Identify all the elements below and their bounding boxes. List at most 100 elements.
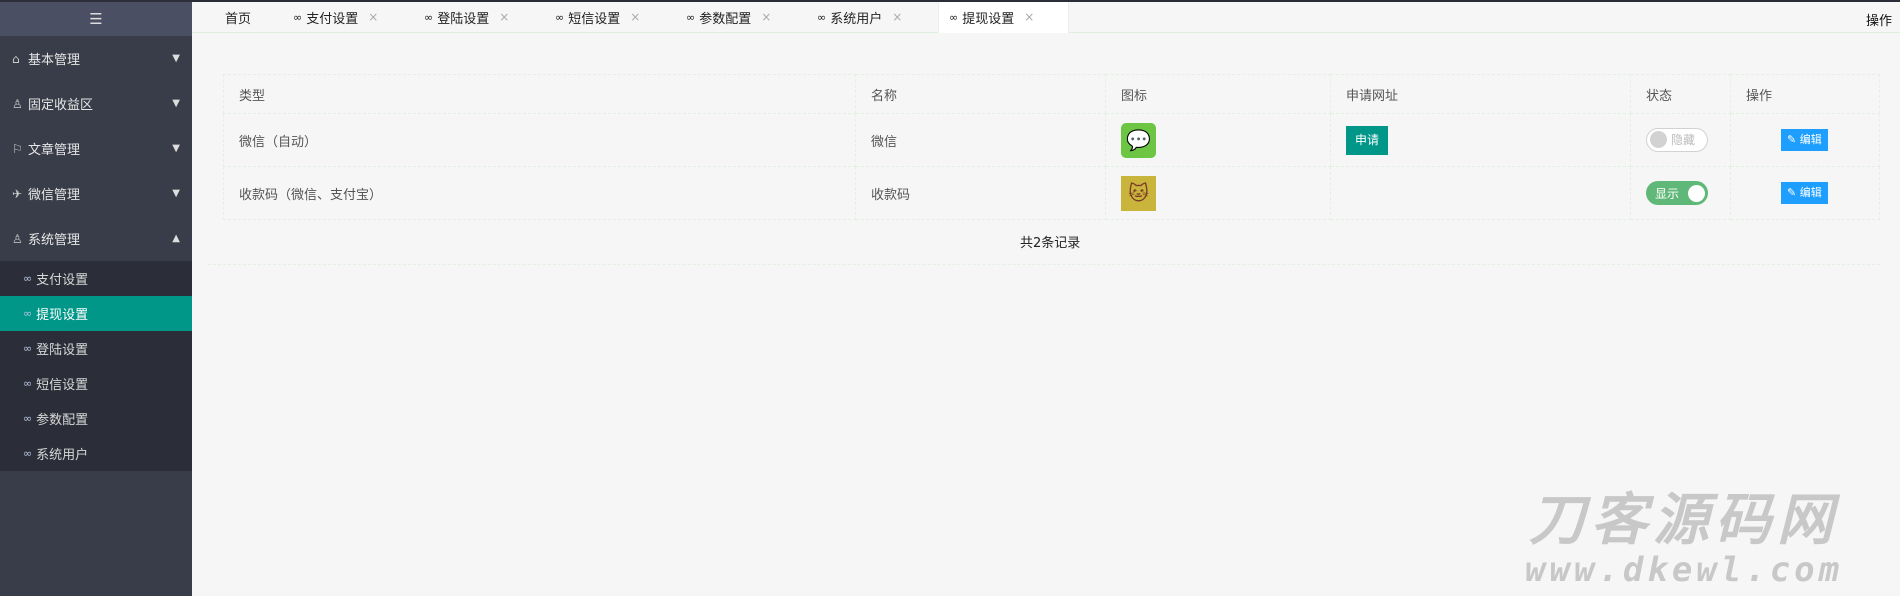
user-icon: ♙ bbox=[12, 231, 23, 246]
caret-down-icon: ▼ bbox=[172, 188, 180, 199]
link-icon: ∞ bbox=[23, 377, 33, 390]
tab-label: 登陆设置 bbox=[437, 11, 490, 27]
toggle-label: 隐藏 bbox=[1671, 133, 1696, 148]
toggle-label: 显示 bbox=[1655, 186, 1680, 201]
qr-code-image-icon: 🐱 bbox=[1121, 175, 1156, 211]
table-row: 微信（自动） 微信 💬 申请 隐藏 ✎ 编辑 bbox=[223, 113, 1880, 167]
cell-name: 收款码 bbox=[855, 166, 1106, 220]
edit-label: 编辑 bbox=[1799, 186, 1822, 199]
header-apply-url: 申请网址 bbox=[1330, 74, 1631, 114]
table-header: 类型 名称 图标 申请网址 状态 操作 bbox=[223, 74, 1880, 114]
link-icon: ∞ bbox=[293, 10, 303, 24]
sidebar: ☰ ⌂ 基本管理 ▼ ♙ 固定收益区 ▼ ⚐ 文章管理 ▼ ✈ 微信管理 ▼ ♙ 系统管理 ▲ ∞ 支… bbox=[0, 2, 192, 596]
tab-sms[interactable]: ∞ 短信设置 × bbox=[545, 2, 676, 33]
apply-button[interactable]: 申请 bbox=[1346, 125, 1389, 155]
tab-users[interactable]: ∞ 系统用户 × bbox=[807, 2, 938, 33]
cell-name: 微信 bbox=[855, 113, 1106, 167]
watermark: 刀客源码网 www.dkewl.com bbox=[1525, 488, 1843, 589]
edit-label: 编辑 bbox=[1799, 133, 1822, 146]
edit-button[interactable]: ✎ 编辑 bbox=[1781, 182, 1828, 204]
cell-actions: ✎ 编辑 bbox=[1730, 166, 1880, 220]
close-icon[interactable]: × bbox=[892, 10, 902, 24]
tab-label: 支付设置 bbox=[306, 11, 359, 27]
tab-label: 首页 bbox=[225, 11, 252, 27]
submenu-label: 参数配置 bbox=[36, 413, 89, 428]
link-icon: ∞ bbox=[23, 447, 33, 460]
menu-label: 固定收益区 bbox=[28, 98, 94, 113]
watermark-title: 刀客源码网 bbox=[1529, 488, 1840, 553]
link-icon: ∞ bbox=[23, 342, 33, 355]
caret-down-icon: ▼ bbox=[172, 53, 180, 64]
link-icon: ∞ bbox=[555, 10, 565, 24]
menu-articles[interactable]: ⚐ 文章管理 ▼ bbox=[0, 126, 192, 171]
tab-operations-button[interactable]: 操作 bbox=[1866, 10, 1892, 29]
caret-down-icon: ▼ bbox=[172, 143, 180, 154]
menu-label: 微信管理 bbox=[28, 188, 81, 203]
tab-params[interactable]: ∞ 参数配置 × bbox=[676, 2, 807, 33]
menu-label: 系统管理 bbox=[28, 233, 81, 248]
menu-wechat[interactable]: ✈ 微信管理 ▼ bbox=[0, 171, 192, 216]
menu-toggle-icon: ☰ bbox=[89, 10, 103, 28]
cell-type: 微信（自动） bbox=[223, 113, 856, 167]
link-icon: ∞ bbox=[686, 10, 696, 24]
edit-button[interactable]: ✎ 编辑 bbox=[1781, 129, 1828, 151]
tab-withdraw[interactable]: ∞ 提现设置 × bbox=[938, 1, 1070, 33]
tab-label: 提现设置 bbox=[962, 11, 1015, 27]
submenu-login[interactable]: ∞ 登陆设置 bbox=[0, 331, 192, 366]
link-icon: ∞ bbox=[817, 10, 827, 24]
divider bbox=[208, 264, 1880, 265]
link-icon: ∞ bbox=[23, 412, 33, 425]
status-toggle[interactable]: 隐藏 bbox=[1646, 127, 1708, 152]
close-icon[interactable]: × bbox=[499, 10, 509, 24]
menu-fixed-income[interactable]: ♙ 固定收益区 ▼ bbox=[0, 81, 192, 126]
send-icon: ✈ bbox=[12, 186, 23, 201]
header-icon: 图标 bbox=[1105, 74, 1331, 114]
cell-apply bbox=[1330, 166, 1631, 220]
flag-icon: ⚐ bbox=[12, 141, 23, 156]
withdraw-table: 类型 名称 图标 申请网址 状态 操作 微信（自动） 微信 💬 申请 隐藏 ✎ … bbox=[223, 74, 1880, 220]
tab-home[interactable]: 首页 bbox=[192, 2, 283, 33]
submenu-withdraw[interactable]: ∞ 提现设置 bbox=[0, 296, 192, 331]
tab-label: 短信设置 bbox=[568, 11, 621, 27]
sidebar-toggle[interactable]: ☰ bbox=[0, 2, 192, 36]
submenu-users[interactable]: ∞ 系统用户 bbox=[0, 436, 192, 471]
submenu-sms[interactable]: ∞ 短信设置 bbox=[0, 366, 192, 401]
cell-status: 隐藏 bbox=[1630, 113, 1731, 167]
record-count: 共2条记录 bbox=[1020, 236, 1081, 251]
tab-label: 系统用户 bbox=[830, 11, 883, 27]
submenu-pay[interactable]: ∞ 支付设置 bbox=[0, 261, 192, 296]
pencil-icon: ✎ bbox=[1787, 186, 1800, 199]
submenu-label: 系统用户 bbox=[36, 448, 89, 463]
cell-apply: 申请 bbox=[1330, 113, 1631, 167]
table-row: 收款码（微信、支付宝） 收款码 🐱 显示 ✎ 编辑 bbox=[223, 166, 1880, 220]
pencil-icon: ✎ bbox=[1787, 133, 1800, 146]
tab-pay[interactable]: ∞ 支付设置 × bbox=[283, 2, 414, 33]
tab-bar: 首页 ∞ 支付设置 × ∞ 登陆设置 × ∞ 短信设置 × ∞ 参数配置 × ∞ 系统用户 × ∞ 提… bbox=[192, 1, 1900, 33]
link-icon: ∞ bbox=[23, 272, 33, 285]
toggle-knob bbox=[1650, 131, 1667, 149]
tab-login[interactable]: ∞ 登陆设置 × bbox=[414, 2, 545, 33]
link-icon: ∞ bbox=[23, 307, 33, 320]
close-icon[interactable]: × bbox=[761, 10, 771, 24]
cell-icon: 💬 bbox=[1105, 113, 1331, 167]
submenu-label: 支付设置 bbox=[36, 273, 89, 288]
submenu-params[interactable]: ∞ 参数配置 bbox=[0, 401, 192, 436]
header-actions: 操作 bbox=[1730, 74, 1880, 114]
header-status: 状态 bbox=[1630, 74, 1731, 114]
close-icon[interactable]: × bbox=[368, 10, 378, 24]
home-icon: ⌂ bbox=[12, 51, 20, 66]
cell-type: 收款码（微信、支付宝） bbox=[223, 166, 856, 220]
cell-icon: 🐱 bbox=[1105, 166, 1331, 220]
menu-system[interactable]: ♙ 系统管理 ▲ bbox=[0, 216, 192, 261]
close-icon[interactable]: × bbox=[1024, 10, 1034, 24]
cell-actions: ✎ 编辑 bbox=[1730, 113, 1880, 167]
menu-basic[interactable]: ⌂ 基本管理 ▼ bbox=[0, 36, 192, 81]
system-submenu: ∞ 支付设置 ∞ 提现设置 ∞ 登陆设置 ∞ 短信设置 ∞ 参数配置 ∞ 系统用户 bbox=[0, 261, 192, 471]
submenu-label: 短信设置 bbox=[36, 378, 89, 393]
close-icon[interactable]: × bbox=[630, 10, 640, 24]
menu-label: 文章管理 bbox=[28, 143, 81, 158]
wechat-icon: 💬 bbox=[1121, 122, 1156, 158]
status-toggle[interactable]: 显示 bbox=[1646, 181, 1708, 205]
caret-up-icon: ▲ bbox=[172, 233, 180, 244]
submenu-label: 提现设置 bbox=[36, 308, 89, 323]
